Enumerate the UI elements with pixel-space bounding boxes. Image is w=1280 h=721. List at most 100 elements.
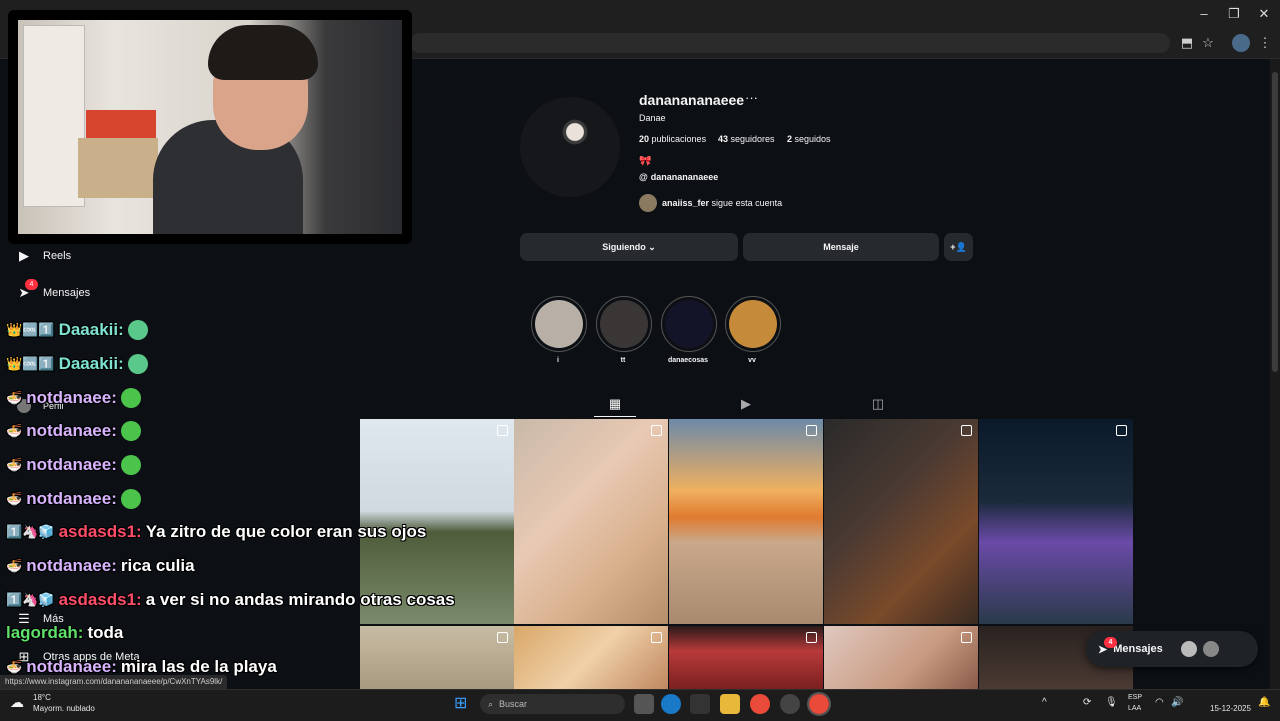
close-button[interactable]: ✕ [1250, 4, 1278, 24]
threads-link[interactable]: @ dananananaeee [639, 172, 718, 182]
followers-count[interactable]: 43 seguidores [718, 134, 775, 144]
post-thumbnail[interactable] [979, 419, 1133, 624]
avatar [1202, 641, 1219, 657]
chat-badges: 🍜 [6, 558, 23, 573]
weather-icon[interactable]: ☁ [10, 694, 24, 711]
carousel-icon [806, 425, 817, 436]
profile-icon[interactable] [1232, 34, 1250, 52]
post-thumbnail[interactable] [669, 419, 823, 624]
chat-emote-icon [127, 320, 148, 340]
highlight-vv[interactable] [725, 296, 781, 352]
posts-grid-icon[interactable]: ▦ [606, 395, 624, 413]
suggest-user-button[interactable]: +👤 [944, 233, 973, 261]
chat-emote-icon [120, 489, 141, 509]
chat-text: a ver si no andas mirando otras cosas [145, 590, 455, 609]
language-bottom[interactable]: LAA [1128, 705, 1141, 712]
highlight-tt[interactable] [596, 296, 652, 352]
highlight-label: vv [748, 357, 756, 364]
taskbar-search[interactable]: ⌕ Buscar [480, 694, 625, 714]
reels-tab-icon[interactable]: ▶ [737, 395, 755, 413]
wifi-icon[interactable]: ◠ [1155, 697, 1164, 708]
microphone-icon[interactable]: 🎙 [1105, 697, 1118, 708]
chat-badges: 🍜 [6, 457, 23, 472]
chat-username: asdasds1: [58, 522, 142, 541]
install-icon[interactable]: ⬒ [1178, 34, 1196, 52]
highlight-thumb [729, 300, 777, 348]
highlight-thumb [535, 300, 583, 348]
highlight-i[interactable] [531, 296, 587, 352]
scrollbar-thumb[interactable] [1272, 72, 1278, 372]
sync-icon[interactable]: ⟳ [1083, 697, 1091, 708]
weather-desc[interactable]: Mayorm. nublado [33, 704, 95, 713]
messages-icon: ➤ 4 [1098, 636, 1117, 656]
red-box [86, 110, 156, 140]
highlight-thumb [665, 300, 713, 348]
minimize-button[interactable]: – [1190, 4, 1218, 24]
post-thumbnail[interactable] [824, 626, 978, 689]
chat-message: 🍜 notdanaee: [6, 451, 141, 479]
sidebar-item-messages[interactable]: ➤ 4 Mensajes [16, 279, 91, 304]
chat-badges: 👑🆒1️⃣ [6, 322, 55, 337]
post-thumbnail[interactable] [360, 626, 514, 689]
chrome-active-icon[interactable] [807, 692, 831, 716]
tagged-icon[interactable]: ◫ [869, 395, 887, 413]
messages-dock[interactable]: ➤ 4 Mensajes [1086, 631, 1258, 667]
windows-start-icon[interactable]: ⊞ [454, 695, 472, 713]
weather-temp[interactable]: 18°C [33, 693, 51, 702]
chevron-up-icon[interactable]: ^ [1042, 697, 1047, 708]
chat-badges: 🍜 [6, 491, 23, 506]
message-button[interactable]: Mensaje [743, 233, 939, 261]
chat-username: lagordah: [6, 623, 84, 642]
chat-message: 🍜 notdanaee: [6, 384, 141, 412]
carousel-icon [1116, 425, 1127, 436]
chat-username: notdanaee: [26, 455, 117, 474]
epic-games-icon[interactable] [690, 694, 710, 714]
post-thumbnail[interactable] [669, 626, 823, 689]
menu-icon[interactable]: ⋮ [1256, 34, 1274, 52]
obs-icon[interactable] [780, 694, 800, 714]
sidebar-item-label: Mensajes [43, 287, 91, 299]
profile-username: dananananaeee [639, 92, 745, 108]
door [23, 25, 85, 207]
restore-button[interactable]: ❐ [1220, 4, 1248, 24]
omnibox[interactable] [410, 33, 1170, 53]
following-button[interactable]: Siguiendo ⌄ [520, 233, 738, 261]
carousel-icon [961, 632, 972, 643]
chat-username: notdanaee: [26, 657, 117, 676]
sidebar-item-label: Reels [43, 250, 72, 262]
profile-avatar[interactable] [520, 97, 620, 197]
sidebar-item-reels[interactable]: ▶ Reels [16, 245, 71, 267]
volume-icon[interactable]: 🔊 [1171, 697, 1183, 708]
post-thumbnail[interactable] [514, 419, 668, 624]
chat-emote-icon [120, 421, 141, 441]
chat-username: Daaakii: [58, 354, 124, 373]
avatar [639, 194, 657, 212]
following-count[interactable]: 2 seguidos [787, 134, 831, 144]
posts-count: 20 publicaciones [639, 134, 707, 144]
chat-badges: 👑🆒1️⃣ [6, 356, 55, 371]
file-explorer-icon[interactable] [720, 694, 740, 714]
star-icon[interactable]: ☆ [1199, 34, 1217, 52]
chat-emote-icon [127, 354, 148, 374]
highlight-danaecosas[interactable] [661, 296, 717, 352]
profile-name: Danae [639, 113, 666, 123]
chat-message: 🍜 notdanaee: [6, 485, 141, 513]
post-thumbnail[interactable] [824, 419, 978, 624]
more-options-icon[interactable]: ··· [745, 90, 758, 105]
task-view-icon[interactable] [634, 694, 654, 714]
chat-text: Ya zitro de que color eran sus ojos [145, 522, 427, 541]
chat-username: notdanaee: [26, 489, 117, 508]
chat-badges: 🍜 [6, 659, 23, 674]
clock-date[interactable]: 15-12-2025 [1210, 704, 1251, 713]
chat-text: mira las de la playa [120, 657, 277, 676]
edge-icon[interactable] [661, 694, 681, 714]
active-tab-indicator [594, 416, 636, 417]
followed-by[interactable]: anaiiss_fer sigue esta cuenta [639, 194, 782, 212]
chat-message: 👑🆒1️⃣ Daaakii: [6, 350, 148, 378]
language-top[interactable]: ESP [1128, 694, 1142, 701]
post-thumbnail[interactable] [514, 626, 668, 689]
notification-icon[interactable]: 🔔 [1258, 697, 1270, 708]
cardboard-box [78, 138, 158, 198]
chat-badges: 1️⃣🦄🧊 [6, 524, 55, 539]
chrome-icon[interactable] [750, 694, 770, 714]
